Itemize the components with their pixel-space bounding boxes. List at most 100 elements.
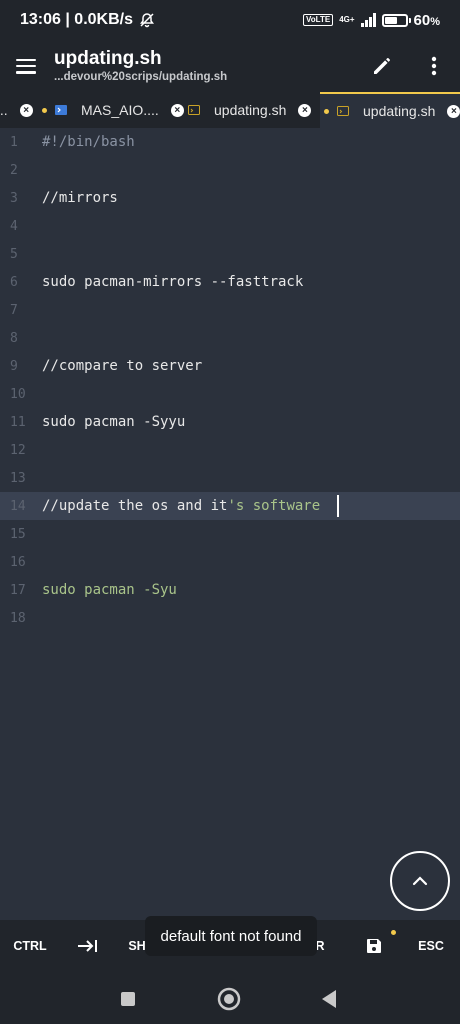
more-options-button[interactable] — [408, 40, 460, 92]
file-path: ...devour%20scrips/updating.sh — [54, 71, 228, 83]
code-line[interactable]: 9 //compare to server — [0, 352, 460, 380]
bell-off-icon — [139, 12, 155, 28]
tab-4-active[interactable]: updating.sh × — [320, 92, 460, 128]
home-button[interactable] — [214, 984, 244, 1014]
code-line[interactable]: 1 #!/bin/bash — [0, 128, 460, 156]
menu-button[interactable] — [0, 40, 52, 92]
code-line[interactable]: 17 sudo pacman -Syu — [0, 576, 460, 604]
tab-close-icon[interactable]: × — [298, 103, 312, 117]
line-number: 16 — [10, 554, 26, 570]
square-icon — [121, 992, 135, 1006]
status-left: 13:06 | 0.0KB/s — [20, 11, 155, 29]
line-number: 12 — [10, 442, 26, 458]
line-number: 14 — [10, 498, 26, 514]
code-editor[interactable]: 1 #!/bin/bash 2 3 //mirrors 4 5 6 sudo pacman-mi… — [0, 128, 460, 920]
network-type: 4G+ — [339, 15, 355, 24]
line-number: 8 — [10, 330, 18, 346]
line-number: 17 — [10, 582, 26, 598]
line-number: 1 — [10, 134, 18, 150]
title-block: updating.sh ...devour%20scrips/updating.… — [52, 48, 356, 84]
tab-3[interactable]: updating.sh × — [188, 92, 312, 128]
pencil-icon — [374, 58, 390, 74]
tab-label: updating.sh — [363, 103, 436, 119]
code-token: #!/bin/bash — [42, 134, 135, 150]
modified-indicator — [42, 107, 47, 113]
code-line[interactable]: 6 sudo pacman-mirrors --fasttrack — [0, 268, 460, 296]
code-token: 's software — [227, 498, 329, 514]
back-button[interactable] — [314, 984, 344, 1014]
line-number: 4 — [10, 218, 18, 234]
code-token: sudo pacman-mirrors --fasttrack — [42, 274, 304, 290]
tab-close-icon[interactable]: × — [447, 104, 460, 118]
code-line[interactable]: 8 — [0, 324, 460, 352]
code-line[interactable]: 3 //mirrors — [0, 184, 460, 212]
line-number: 2 — [10, 162, 18, 178]
chevron-up-icon — [412, 876, 428, 886]
tab-label: MAS_AIO.... — [81, 102, 159, 118]
line-number: 3 — [10, 190, 18, 206]
line-code: //mirrors — [42, 190, 118, 206]
modified-indicator — [324, 108, 329, 114]
tab-key[interactable] — [62, 920, 112, 972]
line-code: #!/bin/bash — [42, 134, 135, 150]
status-right: VoLTE 4G+ 60% — [303, 12, 440, 29]
code-token: //update the os and it — [42, 498, 228, 514]
save-button[interactable] — [352, 920, 396, 972]
app-bar: updating.sh ...devour%20scrips/updating.… — [0, 40, 460, 92]
home-circle-icon — [217, 987, 241, 1011]
tab-arrow-icon — [78, 940, 97, 952]
tab-2[interactable]: MAS_AIO.... × — [42, 92, 184, 128]
code-line[interactable]: 18 — [0, 604, 460, 632]
hamburger-icon — [16, 58, 36, 74]
tab-bar: ... × MAS_AIO.... × updating.sh × updati… — [0, 92, 460, 128]
line-number: 6 — [10, 274, 18, 290]
code-line[interactable]: 15 — [0, 520, 460, 548]
edit-button[interactable] — [356, 40, 408, 92]
code-line[interactable]: 11 sudo pacman -Syyu — [0, 408, 460, 436]
line-number: 15 — [10, 526, 26, 542]
line-code: //update the os and it's software — [42, 498, 329, 514]
save-icon — [367, 939, 381, 953]
code-line[interactable]: 4 — [0, 212, 460, 240]
more-vert-icon — [431, 56, 437, 76]
scroll-up-button[interactable] — [390, 851, 450, 911]
tab-close-icon[interactable]: × — [170, 103, 184, 117]
line-number: 5 — [10, 246, 18, 262]
recents-button[interactable] — [113, 984, 143, 1014]
battery-percent: 60% — [413, 11, 440, 29]
ctrl-key[interactable]: CTRL — [0, 920, 60, 972]
tab-1[interactable]: ... × — [0, 92, 33, 128]
code-line[interactable]: 16 — [0, 548, 460, 576]
code-token: sudo pacman -Syyu — [42, 414, 186, 430]
code-line[interactable]: 10 — [0, 380, 460, 408]
tab-label: updating.sh — [214, 102, 287, 118]
line-number: 10 — [10, 386, 26, 402]
terminal-file-icon — [55, 105, 67, 115]
status-bar: 13:06 | 0.0KB/s VoLTE 4G+ 60% — [0, 0, 460, 40]
line-number: 13 — [10, 470, 26, 486]
line-code: //compare to server — [42, 358, 202, 374]
volte-badge: VoLTE — [303, 14, 334, 26]
code-line[interactable]: 13 — [0, 464, 460, 492]
code-token: //compare to server — [42, 358, 203, 374]
line-number: 7 — [10, 302, 18, 318]
line-code: sudo pacman -Syu — [42, 582, 177, 598]
system-nav-bar — [0, 972, 460, 1024]
tab-close-icon[interactable]: × — [19, 103, 33, 117]
esc-key[interactable]: ESC — [408, 920, 454, 972]
page-title: updating.sh — [54, 48, 162, 69]
code-token: //mirrors — [42, 190, 118, 206]
code-line[interactable]: 12 — [0, 436, 460, 464]
code-line[interactable]: 14 //update the os and it's software — [0, 492, 460, 520]
code-line[interactable]: 5 — [0, 240, 460, 268]
status-time-speed: 13:06 | 0.0KB/s — [20, 11, 133, 28]
line-number: 9 — [10, 358, 18, 374]
text-cursor — [336, 495, 339, 517]
toast-message: default font not found — [145, 916, 317, 956]
tab-label: ... — [0, 102, 8, 118]
line-number: 18 — [10, 610, 26, 626]
code-line[interactable]: 2 — [0, 156, 460, 184]
code-line[interactable]: 7 — [0, 296, 460, 324]
battery-icon — [381, 13, 411, 27]
script-file-icon — [337, 106, 349, 116]
